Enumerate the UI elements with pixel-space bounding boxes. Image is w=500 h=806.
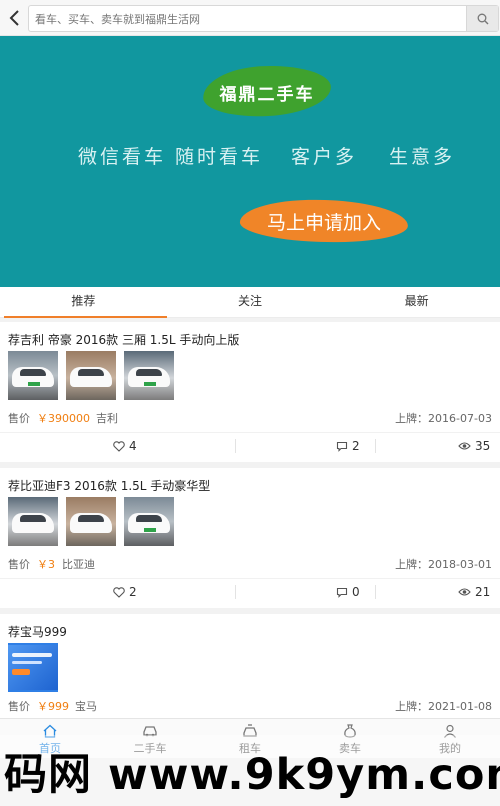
car-photo[interactable] (8, 497, 58, 546)
price-row: 售价 ￥999 宝马 上牌：2021-01-08 (8, 698, 492, 713)
price-row: 售价 ￥390000 吉利 上牌：2016-07-03 (8, 410, 492, 425)
listing-photos (8, 643, 58, 692)
listing-photos (8, 351, 174, 400)
car-photo[interactable] (124, 497, 174, 546)
list-item[interactable]: 荐宝马999 售价 ￥999 宝马 上牌：2021-01-08 (0, 614, 500, 724)
price-value: ￥3 (37, 558, 55, 571)
search-box (28, 5, 499, 32)
promo-banner[interactable]: 福鼎二手车 微信看车 随时看车 客户多 生意多 马上申请加入 (0, 36, 500, 287)
car-photo[interactable] (66, 351, 116, 400)
join-button[interactable]: 马上申请加入 (240, 208, 408, 235)
listing-title: 荐宝马999 (8, 625, 67, 639)
slogan-business: 生意多 (389, 146, 456, 168)
watermark-text: 码网 www.9k9ym.com (4, 750, 500, 800)
eye-icon (458, 588, 471, 596)
price-label: 售价 (8, 558, 30, 571)
comment-count: 0 (352, 585, 360, 599)
list-item[interactable]: 荐比亚迪F3 2016款 1.5L 手动豪华型 售价 ￥3 比亚迪 上牌：201… (0, 468, 500, 608)
price-value: ￥390000 (37, 412, 90, 425)
divider (375, 439, 376, 453)
listing-stats: 2 0 21 (0, 578, 500, 604)
like-button[interactable]: 2 (113, 584, 137, 600)
comment-count: 2 (352, 439, 360, 453)
heart-icon (113, 586, 125, 598)
price-label: 售价 (8, 412, 30, 425)
divider (235, 439, 236, 453)
back-button[interactable] (4, 6, 26, 30)
price-row: 售价 ￥3 比亚迪 上牌：2018-03-01 (8, 556, 492, 571)
registration-date: 上牌：2016-07-03 (395, 412, 492, 425)
comment-button[interactable]: 2 (336, 438, 360, 454)
car-brand: 宝马 (75, 700, 97, 713)
tab-latest[interactable]: 最新 (333, 287, 500, 317)
car-listing: 荐吉利 帝豪 2016款 三厢 1.5L 手动向上版 售价 ￥390000 吉利… (0, 322, 500, 730)
car-photo[interactable] (66, 497, 116, 546)
view-count-indicator: 21 (458, 584, 490, 600)
car-brand: 比亚迪 (62, 558, 95, 571)
divider (375, 585, 376, 599)
chevron-left-icon (9, 10, 19, 26)
divider (235, 585, 236, 599)
slogan-customers: 客户多 (291, 146, 358, 168)
view-count: 21 (475, 585, 491, 599)
listing-stats: 4 2 35 (0, 432, 500, 458)
search-button[interactable] (466, 6, 498, 31)
app-page: 福鼎二手车 微信看车 随时看车 客户多 生意多 马上申请加入 推荐 关注 最新 … (0, 0, 500, 806)
slogan-wechat: 微信看车 随时看车 (78, 146, 264, 168)
site-watermark: 码网 www.9k9ym.com (0, 735, 500, 806)
like-count: 2 (129, 585, 137, 599)
view-count: 35 (475, 439, 491, 453)
listing-title: 荐吉利 帝豪 2016款 三厢 1.5L 手动向上版 (8, 333, 240, 347)
comment-icon (336, 441, 348, 452)
brand-title: 福鼎二手车 (219, 85, 315, 105)
top-search-bar (0, 0, 500, 36)
tab-recommended[interactable]: 推荐 (0, 287, 167, 318)
like-button[interactable]: 4 (113, 438, 137, 454)
comment-icon (336, 587, 348, 598)
comment-button[interactable]: 0 (336, 584, 360, 600)
view-count-indicator: 35 (458, 438, 490, 454)
tab-following[interactable]: 关注 (167, 287, 334, 317)
listing-photo[interactable] (8, 643, 58, 692)
list-item[interactable]: 荐吉利 帝豪 2016款 三厢 1.5L 手动向上版 售价 ￥390000 吉利… (0, 322, 500, 462)
listing-title: 荐比亚迪F3 2016款 1.5L 手动豪华型 (8, 479, 211, 493)
car-photo[interactable] (8, 351, 58, 400)
listing-photos (8, 497, 174, 546)
price-label: 售价 (8, 700, 30, 713)
price-value: ￥999 (37, 700, 69, 713)
like-count: 4 (129, 439, 137, 453)
registration-date: 上牌：2021-01-08 (395, 700, 492, 713)
registration-date: 上牌：2018-03-01 (395, 558, 492, 571)
search-icon (477, 13, 488, 24)
car-brand: 吉利 (96, 412, 118, 425)
search-input[interactable] (35, 10, 455, 28)
listing-tabs: 推荐 关注 最新 (0, 287, 500, 318)
car-photo[interactable] (124, 351, 174, 400)
eye-icon (458, 442, 471, 450)
heart-icon (113, 440, 125, 452)
